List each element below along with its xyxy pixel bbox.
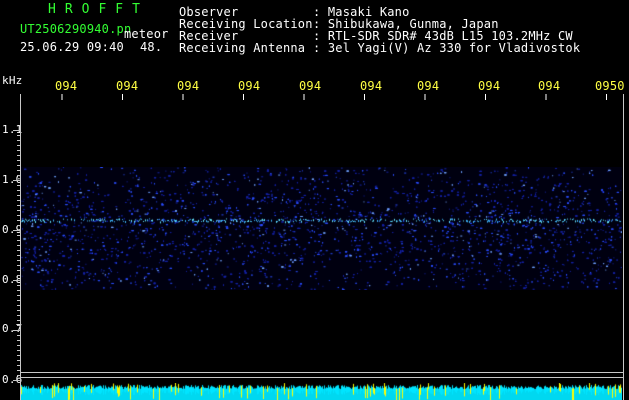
- hrofft-spectrogram-screen: HROFFT UT2506290940.pn meteor 25.06.29 0…: [0, 0, 629, 400]
- axis-frame: [13, 94, 624, 400]
